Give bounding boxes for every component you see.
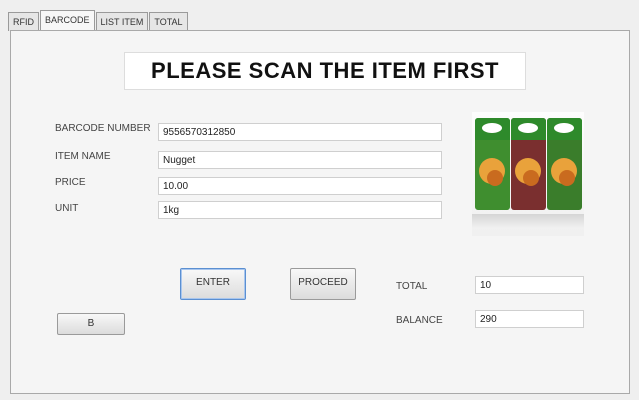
product-reflection <box>472 214 584 228</box>
unit-label: UNIT <box>55 203 79 214</box>
tab-rfid[interactable]: RFID <box>8 12 39 31</box>
tab-bar: RFID BARCODE LIST ITEM TOTAL <box>8 10 189 31</box>
enter-button[interactable]: ENTER <box>180 268 246 300</box>
price-label: PRICE <box>55 177 86 188</box>
b-button[interactable]: B <box>57 313 125 335</box>
price-field[interactable]: 10.00 <box>158 177 442 195</box>
proceed-button[interactable]: PROCEED <box>290 268 356 300</box>
barcode-number-field[interactable]: 9556570312850 <box>158 123 442 141</box>
barcode-number-label: BARCODE NUMBER <box>55 123 151 134</box>
tab-total[interactable]: TOTAL <box>149 12 188 31</box>
balance-label: BALANCE <box>396 315 443 326</box>
product-pack-left <box>475 118 510 210</box>
item-name-label: ITEM NAME <box>55 151 111 162</box>
scan-instruction-banner: PLEASE SCAN THE ITEM FIRST <box>124 52 526 90</box>
product-pack-right <box>547 118 582 210</box>
tab-list-item[interactable]: LIST ITEM <box>95 12 149 31</box>
product-pack-middle <box>511 118 546 210</box>
item-name-field[interactable]: Nugget <box>158 151 442 169</box>
product-image <box>472 112 584 236</box>
total-field[interactable]: 10 <box>475 276 584 294</box>
tab-barcode[interactable]: BARCODE <box>40 10 95 31</box>
unit-field[interactable]: 1kg <box>158 201 442 219</box>
balance-field[interactable]: 290 <box>475 310 584 328</box>
app-window: RFID BARCODE LIST ITEM TOTAL PLEASE SCAN… <box>0 0 639 400</box>
total-label: TOTAL <box>396 281 428 292</box>
